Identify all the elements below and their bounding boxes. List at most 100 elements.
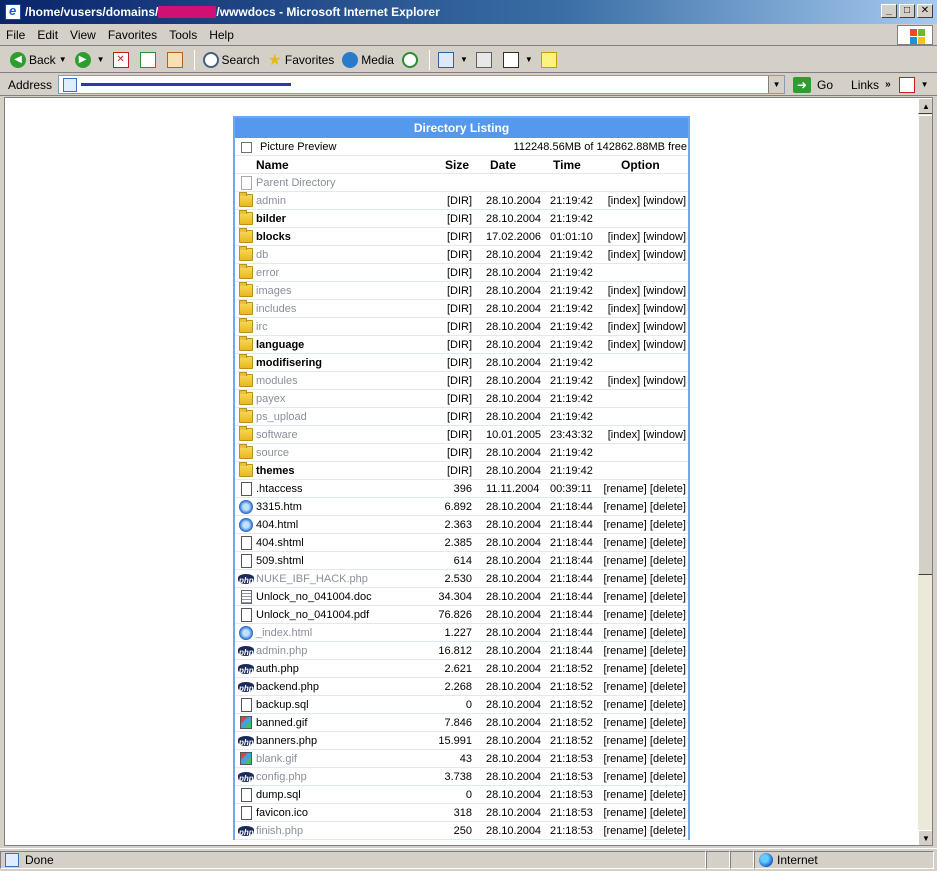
entry-options[interactable]: [rename] [delete] — [603, 570, 686, 588]
back-button[interactable]: ◀ Back ▼ — [6, 49, 71, 71]
entry-options[interactable]: [rename] [delete] — [603, 480, 686, 498]
entry-name-link[interactable]: bilder — [256, 210, 286, 228]
menu-view[interactable]: View — [64, 28, 102, 42]
entry-options[interactable]: [rename] [delete] — [603, 678, 686, 696]
close-button[interactable]: ✕ — [917, 4, 933, 18]
entry-options[interactable]: [index] [window] — [608, 192, 686, 210]
entry-name-link[interactable]: dump.sql — [256, 786, 301, 804]
entry-options[interactable]: [rename] [delete] — [603, 606, 686, 624]
entry-options[interactable]: [rename] [delete] — [603, 786, 686, 804]
links-button[interactable]: Links » ▼ — [851, 76, 929, 93]
entry-options[interactable]: [index] [window] — [608, 246, 686, 264]
ie-app-icon[interactable] — [5, 3, 21, 20]
entry-name-link[interactable]: backend.php — [256, 678, 319, 696]
go-button[interactable]: ➜ Go — [793, 76, 833, 93]
entry-options[interactable]: [index] [window] — [608, 426, 686, 444]
entry-name-link[interactable]: modules — [256, 372, 298, 390]
notes-button[interactable] — [537, 49, 564, 71]
entry-name-link[interactable]: admin — [256, 192, 286, 210]
vertical-scrollbar[interactable]: ▲ ▼ — [918, 98, 932, 845]
parent-directory-row[interactable]: Parent Directory — [235, 174, 688, 192]
entry-name-link[interactable]: modifisering — [256, 354, 322, 372]
refresh-button[interactable] — [136, 49, 163, 71]
print-button[interactable] — [472, 49, 499, 71]
history-button[interactable] — [398, 49, 425, 71]
address-input[interactable]: ▼ — [58, 75, 786, 94]
menu-favorites[interactable]: Favorites — [102, 28, 163, 42]
entry-name-link[interactable]: images — [256, 282, 291, 300]
edit-button[interactable]: ▼ — [499, 49, 537, 71]
entry-name-link[interactable]: 404.html — [256, 516, 298, 534]
entry-name-link[interactable]: backup.sql — [256, 696, 309, 714]
entry-options[interactable]: [rename] [delete] — [603, 588, 686, 606]
chevron-down-icon[interactable]: ▼ — [460, 55, 468, 64]
entry-name-link[interactable]: 404.shtml — [256, 534, 304, 552]
entry-options[interactable]: [rename] [delete] — [603, 498, 686, 516]
scroll-down-arrow-icon[interactable]: ▼ — [918, 830, 932, 845]
entry-options[interactable]: [rename] [delete] — [603, 822, 686, 840]
media-button[interactable]: Media — [338, 49, 398, 71]
entry-name-link[interactable]: banned.gif — [256, 714, 307, 732]
entry-options[interactable]: [rename] [delete] — [603, 516, 686, 534]
search-button[interactable]: Search — [199, 49, 264, 71]
entry-name-link[interactable]: payex — [256, 390, 285, 408]
entry-name-link[interactable]: software — [256, 426, 298, 444]
favorites-button[interactable]: ★ Favorites — [264, 49, 339, 71]
entry-options[interactable]: [index] [window] — [608, 372, 686, 390]
menu-help[interactable]: Help — [203, 28, 240, 42]
chevron-down-icon[interactable]: ▼ — [525, 55, 533, 64]
entry-name-link[interactable]: irc — [256, 318, 268, 336]
header-name[interactable]: Name — [256, 156, 289, 174]
entry-name-link[interactable]: 3315.htm — [256, 498, 302, 516]
entry-options[interactable]: [rename] [delete] — [603, 624, 686, 642]
entry-options[interactable]: [index] [window] — [608, 300, 686, 318]
entry-name-link[interactable]: language — [256, 336, 304, 354]
maximize-button[interactable]: □ — [899, 4, 915, 18]
entry-options[interactable]: [index] [window] — [608, 228, 686, 246]
entry-name-link[interactable]: admin.php — [256, 642, 307, 660]
entry-options[interactable]: [index] [window] — [608, 282, 686, 300]
header-date[interactable]: Date — [490, 156, 516, 174]
chevron-down-icon[interactable]: ▼ — [768, 76, 785, 93]
entry-name-link[interactable]: error — [256, 264, 279, 282]
forward-button[interactable]: ▶ ▼ — [71, 49, 109, 71]
scroll-thumb[interactable] — [918, 115, 932, 575]
entry-name-link[interactable]: favicon.ico — [256, 804, 308, 822]
entry-options[interactable]: [index] [window] — [608, 336, 686, 354]
header-size[interactable]: Size — [445, 156, 469, 174]
scroll-up-arrow-icon[interactable]: ▲ — [918, 98, 932, 114]
entry-options[interactable]: [rename] [delete] — [603, 768, 686, 786]
entry-options[interactable]: [rename] [delete] — [603, 552, 686, 570]
entry-name-link[interactable]: themes — [256, 462, 295, 480]
entry-name-link[interactable]: blocks — [256, 228, 291, 246]
stop-button[interactable]: ✕ — [109, 49, 136, 71]
entry-name-link[interactable]: finish.php — [256, 822, 303, 840]
entry-name-link[interactable]: source — [256, 444, 289, 462]
entry-name-link[interactable]: auth.php — [256, 660, 299, 678]
entry-options[interactable]: [rename] [delete] — [603, 804, 686, 822]
minimize-button[interactable]: _ — [881, 4, 897, 18]
chevron-down-icon[interactable]: ▼ — [59, 55, 67, 64]
entry-name-link[interactable]: config.php — [256, 768, 307, 786]
home-button[interactable] — [163, 49, 190, 71]
header-time[interactable]: Time — [553, 156, 581, 174]
entry-name-link[interactable]: blank.gif — [256, 750, 297, 768]
entry-options[interactable]: [rename] [delete] — [603, 750, 686, 768]
entry-options[interactable]: [index] [window] — [608, 318, 686, 336]
entry-options[interactable]: [rename] [delete] — [603, 660, 686, 678]
entry-options[interactable]: [rename] [delete] — [603, 534, 686, 552]
menu-edit[interactable]: Edit — [31, 28, 64, 42]
entry-options[interactable]: [rename] [delete] — [603, 714, 686, 732]
entry-options[interactable]: [rename] [delete] — [603, 732, 686, 750]
pdf-icon[interactable] — [898, 76, 915, 93]
entry-name-link[interactable]: 509.shtml — [256, 552, 304, 570]
entry-name-link[interactable]: NUKE_IBF_HACK.php — [256, 570, 368, 588]
menu-file[interactable]: File — [0, 28, 31, 42]
entry-name-link[interactable]: Unlock_no_041004.pdf — [256, 606, 369, 624]
entry-name-link[interactable]: Unlock_no_041004.doc — [256, 588, 372, 606]
chevron-down-icon[interactable]: ▼ — [97, 55, 105, 64]
entry-name-link[interactable]: includes — [256, 300, 296, 318]
entry-name-link[interactable]: .htaccess — [256, 480, 302, 498]
entry-name-link[interactable]: banners.php — [256, 732, 317, 750]
entry-options[interactable]: [rename] [delete] — [603, 696, 686, 714]
